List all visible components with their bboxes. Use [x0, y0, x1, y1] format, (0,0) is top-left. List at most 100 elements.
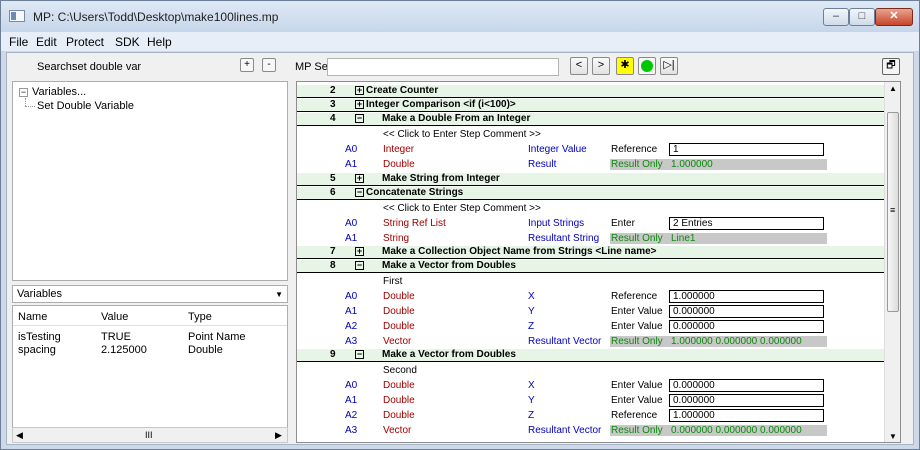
step-comment[interactable]: First [383, 276, 402, 287]
column-header-value[interactable]: Value [101, 311, 128, 323]
step-row[interactable]: 4 − Make a Double From an Integer [297, 113, 884, 126]
table-cell[interactable]: 2.125000 [101, 344, 147, 356]
menu-help[interactable]: Help [147, 35, 172, 49]
param-desc: Resultant Vector [528, 425, 602, 436]
step-number: 9 [330, 349, 336, 360]
param-value-input[interactable]: 0.000000 [669, 320, 824, 333]
minimize-button[interactable]: – [823, 8, 849, 26]
table-cell[interactable]: spacing [18, 344, 56, 356]
step-title: Make a Vector from Doubles [382, 260, 516, 271]
expand-icon[interactable]: + [355, 86, 364, 95]
step-number: 4 [330, 113, 336, 124]
param-value-input[interactable]: 1.000000 [669, 290, 824, 303]
scroll-left-icon[interactable]: ◀ [16, 430, 23, 441]
step-row[interactable]: 6 − Concatenate Strings [297, 187, 884, 200]
title-bar[interactable]: MP: C:\Users\Todd\Desktop\make100lines.m… [1, 1, 919, 32]
run-to-cursor-icon[interactable]: ▷| [660, 57, 678, 75]
param-mode[interactable]: Reference [611, 144, 657, 155]
scroll-thumb[interactable]: ≡ [887, 112, 899, 312]
result-value: 1.000000 [671, 159, 713, 170]
mp-search-input[interactable] [327, 58, 559, 76]
collapse-icon[interactable]: − [355, 114, 364, 123]
table-cell[interactable]: Point Name [188, 331, 245, 343]
menu-sdk[interactable]: SDK [115, 35, 140, 49]
debug-icon[interactable]: ✱ [616, 57, 634, 75]
expand-all-button[interactable]: + [240, 58, 254, 72]
search-input[interactable]: set double var [72, 61, 141, 73]
tree-node-variables[interactable]: Variables... [32, 86, 86, 98]
step-title: Make a Double From an Integer [382, 113, 531, 124]
scroll-up-icon[interactable]: ▲ [889, 84, 897, 93]
param-arg: A1 [345, 233, 358, 244]
expand-icon[interactable]: + [355, 100, 364, 109]
step-number: 2 [330, 85, 336, 96]
step-row[interactable]: 7 + Make a Collection Object Name from S… [297, 246, 884, 259]
expand-icon[interactable]: + [355, 174, 364, 183]
collapse-icon[interactable]: − [355, 261, 364, 270]
step-title: Concatenate Strings [366, 187, 464, 198]
step-row[interactable]: 5 + Make String from Integer [297, 173, 884, 186]
menu-edit[interactable]: Edit [36, 35, 57, 49]
window-toggle-icon[interactable]: 🗗 [882, 58, 900, 75]
param-mode[interactable]: Enter Value [611, 380, 663, 391]
param-type: Vector [383, 425, 412, 436]
param-mode[interactable]: Enter Value [611, 306, 663, 317]
param-value-input[interactable]: 2 Entries [669, 217, 824, 230]
param-mode[interactable]: Enter Value [611, 321, 663, 332]
table-cell[interactable]: Double [188, 344, 223, 356]
run-icon[interactable] [638, 57, 656, 75]
param-value-input[interactable]: 0.000000 [669, 379, 824, 392]
tree-node-set-double-variable[interactable]: Set Double Variable [37, 100, 134, 112]
param-value-input[interactable]: 1 [669, 143, 824, 156]
vertical-scrollbar[interactable]: ▲ ≡ ▼ [884, 82, 900, 442]
step-number: 3 [330, 99, 336, 110]
param-mode[interactable]: Reference [611, 410, 657, 421]
tree-connector [25, 98, 26, 106]
param-mode[interactable]: Enter [611, 218, 635, 229]
menu-protect[interactable]: Protect [66, 35, 104, 49]
search-next-button[interactable]: > [592, 57, 610, 75]
collapse-icon[interactable]: − [19, 88, 28, 97]
step-title: Integer Comparison <if (i<100)> [366, 99, 516, 110]
table-cell[interactable]: TRUE [101, 331, 131, 343]
scroll-down-icon[interactable]: ▼ [889, 432, 897, 441]
param-type: Double [383, 410, 415, 421]
param-type: Double [383, 291, 415, 302]
collapse-icon[interactable]: − [355, 188, 364, 197]
variables-dropdown[interactable]: Variables ▼ [12, 285, 288, 303]
maximize-button[interactable]: □ [849, 8, 875, 26]
param-value-input[interactable]: 0.000000 [669, 394, 824, 407]
param-desc: X [528, 380, 535, 391]
result-value: 1.000000 0.000000 0.000000 [671, 336, 802, 347]
step-row[interactable]: 2 + Create Counter [297, 85, 884, 98]
column-header-type[interactable]: Type [188, 311, 212, 323]
step-row[interactable]: 8 − Make a Vector from Doubles [297, 260, 884, 273]
column-header-name[interactable]: Name [18, 311, 47, 323]
step-row[interactable]: 9 − Make a Vector from Doubles [297, 349, 884, 362]
param-value-input[interactable]: 1.000000 [669, 409, 824, 422]
step-number: 6 [330, 187, 336, 198]
param-type: String Ref List [383, 218, 446, 229]
scroll-right-icon[interactable]: ▶ [275, 430, 282, 441]
table-cell[interactable]: isTesting [18, 331, 61, 343]
step-comment[interactable]: << Click to Enter Step Comment >> [383, 129, 541, 140]
step-row[interactable]: 3 + Integer Comparison <if (i<100)> [297, 99, 884, 112]
close-button[interactable]: ✕ [875, 8, 913, 26]
collapse-all-button[interactable]: - [262, 58, 276, 72]
search-prev-button[interactable]: < [570, 57, 588, 75]
scroll-grip-icon[interactable]: III [145, 430, 153, 440]
step-comment[interactable]: << Click to Enter Step Comment >> [383, 203, 541, 214]
param-desc: Z [528, 321, 535, 332]
menu-file[interactable]: File [9, 35, 28, 49]
expand-icon[interactable]: + [355, 247, 364, 256]
collapse-icon[interactable]: − [355, 350, 364, 359]
step-title: Make String from Integer [382, 173, 500, 184]
param-mode[interactable]: Enter Value [611, 395, 663, 406]
step-comment[interactable]: Second [383, 365, 417, 376]
step-title: Create Counter [366, 85, 439, 96]
param-mode: Result Only [611, 425, 663, 436]
param-arg: A0 [345, 380, 358, 391]
horizontal-scrollbar[interactable]: ◀ III ▶ [12, 427, 288, 443]
param-mode[interactable]: Reference [611, 291, 657, 302]
param-value-input[interactable]: 0.000000 [669, 305, 824, 318]
